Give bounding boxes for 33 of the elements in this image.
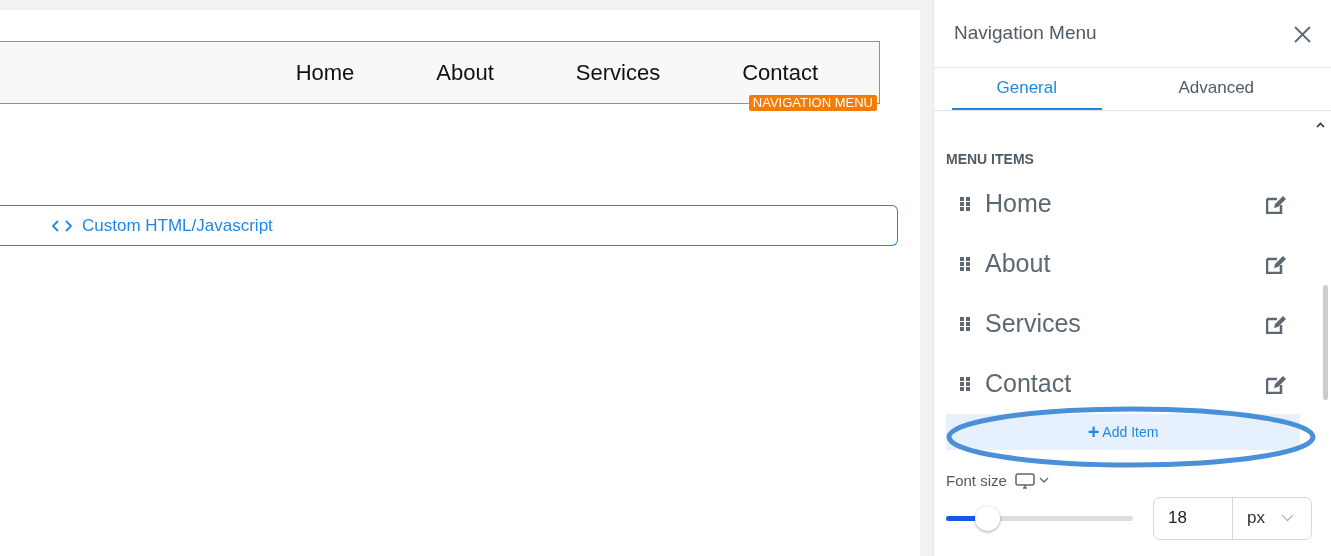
edit-icon[interactable]	[1266, 254, 1287, 274]
scrollbar[interactable]	[1323, 285, 1328, 400]
nav-link[interactable]: Contact	[701, 56, 859, 89]
section-title: MENU ITEMS	[946, 150, 1034, 169]
nav-link[interactable]: Services	[534, 56, 702, 89]
drag-handle-icon[interactable]	[960, 257, 971, 271]
drag-handle-icon[interactable]	[960, 317, 971, 331]
unit-select[interactable]: px	[1233, 497, 1311, 539]
close-icon	[1294, 25, 1311, 43]
tab[interactable]: General	[952, 68, 1102, 110]
field-label: Font size	[946, 471, 1007, 491]
drag-handle-icon[interactable]	[960, 377, 971, 391]
menu-item-label: Home	[985, 188, 1053, 220]
drag-handle-icon[interactable]	[960, 197, 971, 211]
nav-link[interactable]: Home	[254, 56, 396, 89]
edit-icon[interactable]	[1266, 194, 1287, 214]
tab[interactable]: Advanced	[1141, 68, 1291, 110]
menu-item-label: Services	[985, 308, 1082, 340]
font-size-slider[interactable]	[946, 505, 1133, 531]
nav-link[interactable]: About	[395, 56, 535, 89]
menu-item-label: Contact	[985, 368, 1073, 400]
chevron-down-icon	[1280, 514, 1294, 522]
font-size-field[interactable]: 18 px	[1153, 496, 1312, 540]
edit-icon[interactable]	[1266, 374, 1287, 394]
collapse-icon[interactable]	[1316, 122, 1325, 128]
menu-item-label: About	[985, 248, 1052, 280]
code-icon	[52, 219, 72, 232]
font-size-input[interactable]: 18	[1154, 497, 1233, 539]
edit-icon[interactable]	[1266, 314, 1287, 334]
panel-title: Navigation Menu	[954, 21, 1097, 46]
desktop-device-icon[interactable]	[1014, 473, 1051, 490]
element-label: NAVIGATION MENU	[748, 95, 877, 111]
custom-html-block[interactable]: Custom HTML/Javascript	[0, 205, 898, 246]
